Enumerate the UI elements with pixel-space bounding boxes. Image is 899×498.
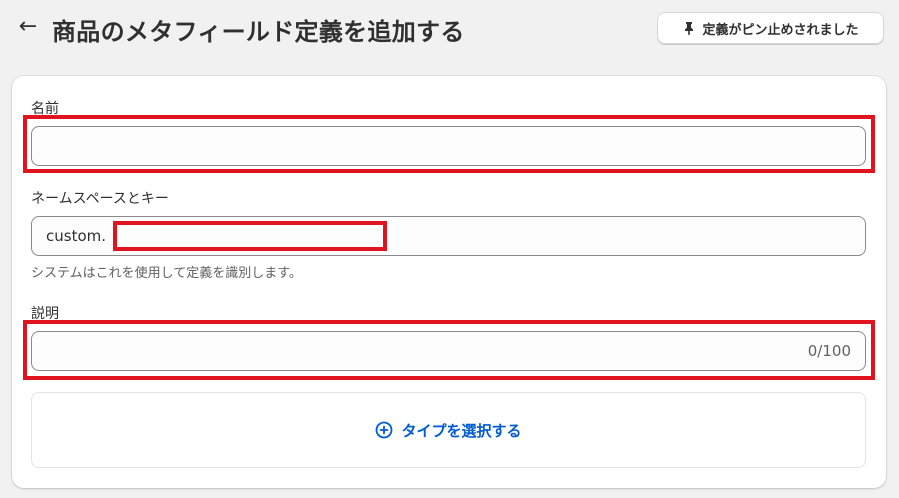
select-type-button[interactable]: タイプを選択する <box>31 392 866 468</box>
namespace-key-label: ネームスペースとキー <box>31 191 169 207</box>
description-char-counter: 0/100 <box>807 342 851 360</box>
pin-icon <box>685 22 694 35</box>
page-header: ← 商品のメタフィールド定義を追加する 定義がピン止めされました <box>0 0 899 60</box>
name-label: 名前 <box>31 101 59 117</box>
namespace-help-text: システムはこれを使用して定義を識別します。 <box>31 266 302 281</box>
description-label: 説明 <box>31 306 59 322</box>
description-field[interactable]: 0/100 <box>31 331 866 371</box>
name-field[interactable] <box>31 126 866 166</box>
arrow-left-icon[interactable]: ← <box>16 15 40 39</box>
pin-button-label: 定義がピン止めされました <box>702 22 859 38</box>
pinned-definition-button[interactable]: 定義がピン止めされました <box>657 12 884 44</box>
page-title: 商品のメタフィールド定義を追加する <box>52 18 465 46</box>
namespace-key-field[interactable]: custom. <box>31 216 866 256</box>
namespace-prefix: custom. <box>46 227 107 245</box>
plus-circle-icon <box>376 421 393 439</box>
select-type-label: タイプを選択する <box>401 421 522 440</box>
